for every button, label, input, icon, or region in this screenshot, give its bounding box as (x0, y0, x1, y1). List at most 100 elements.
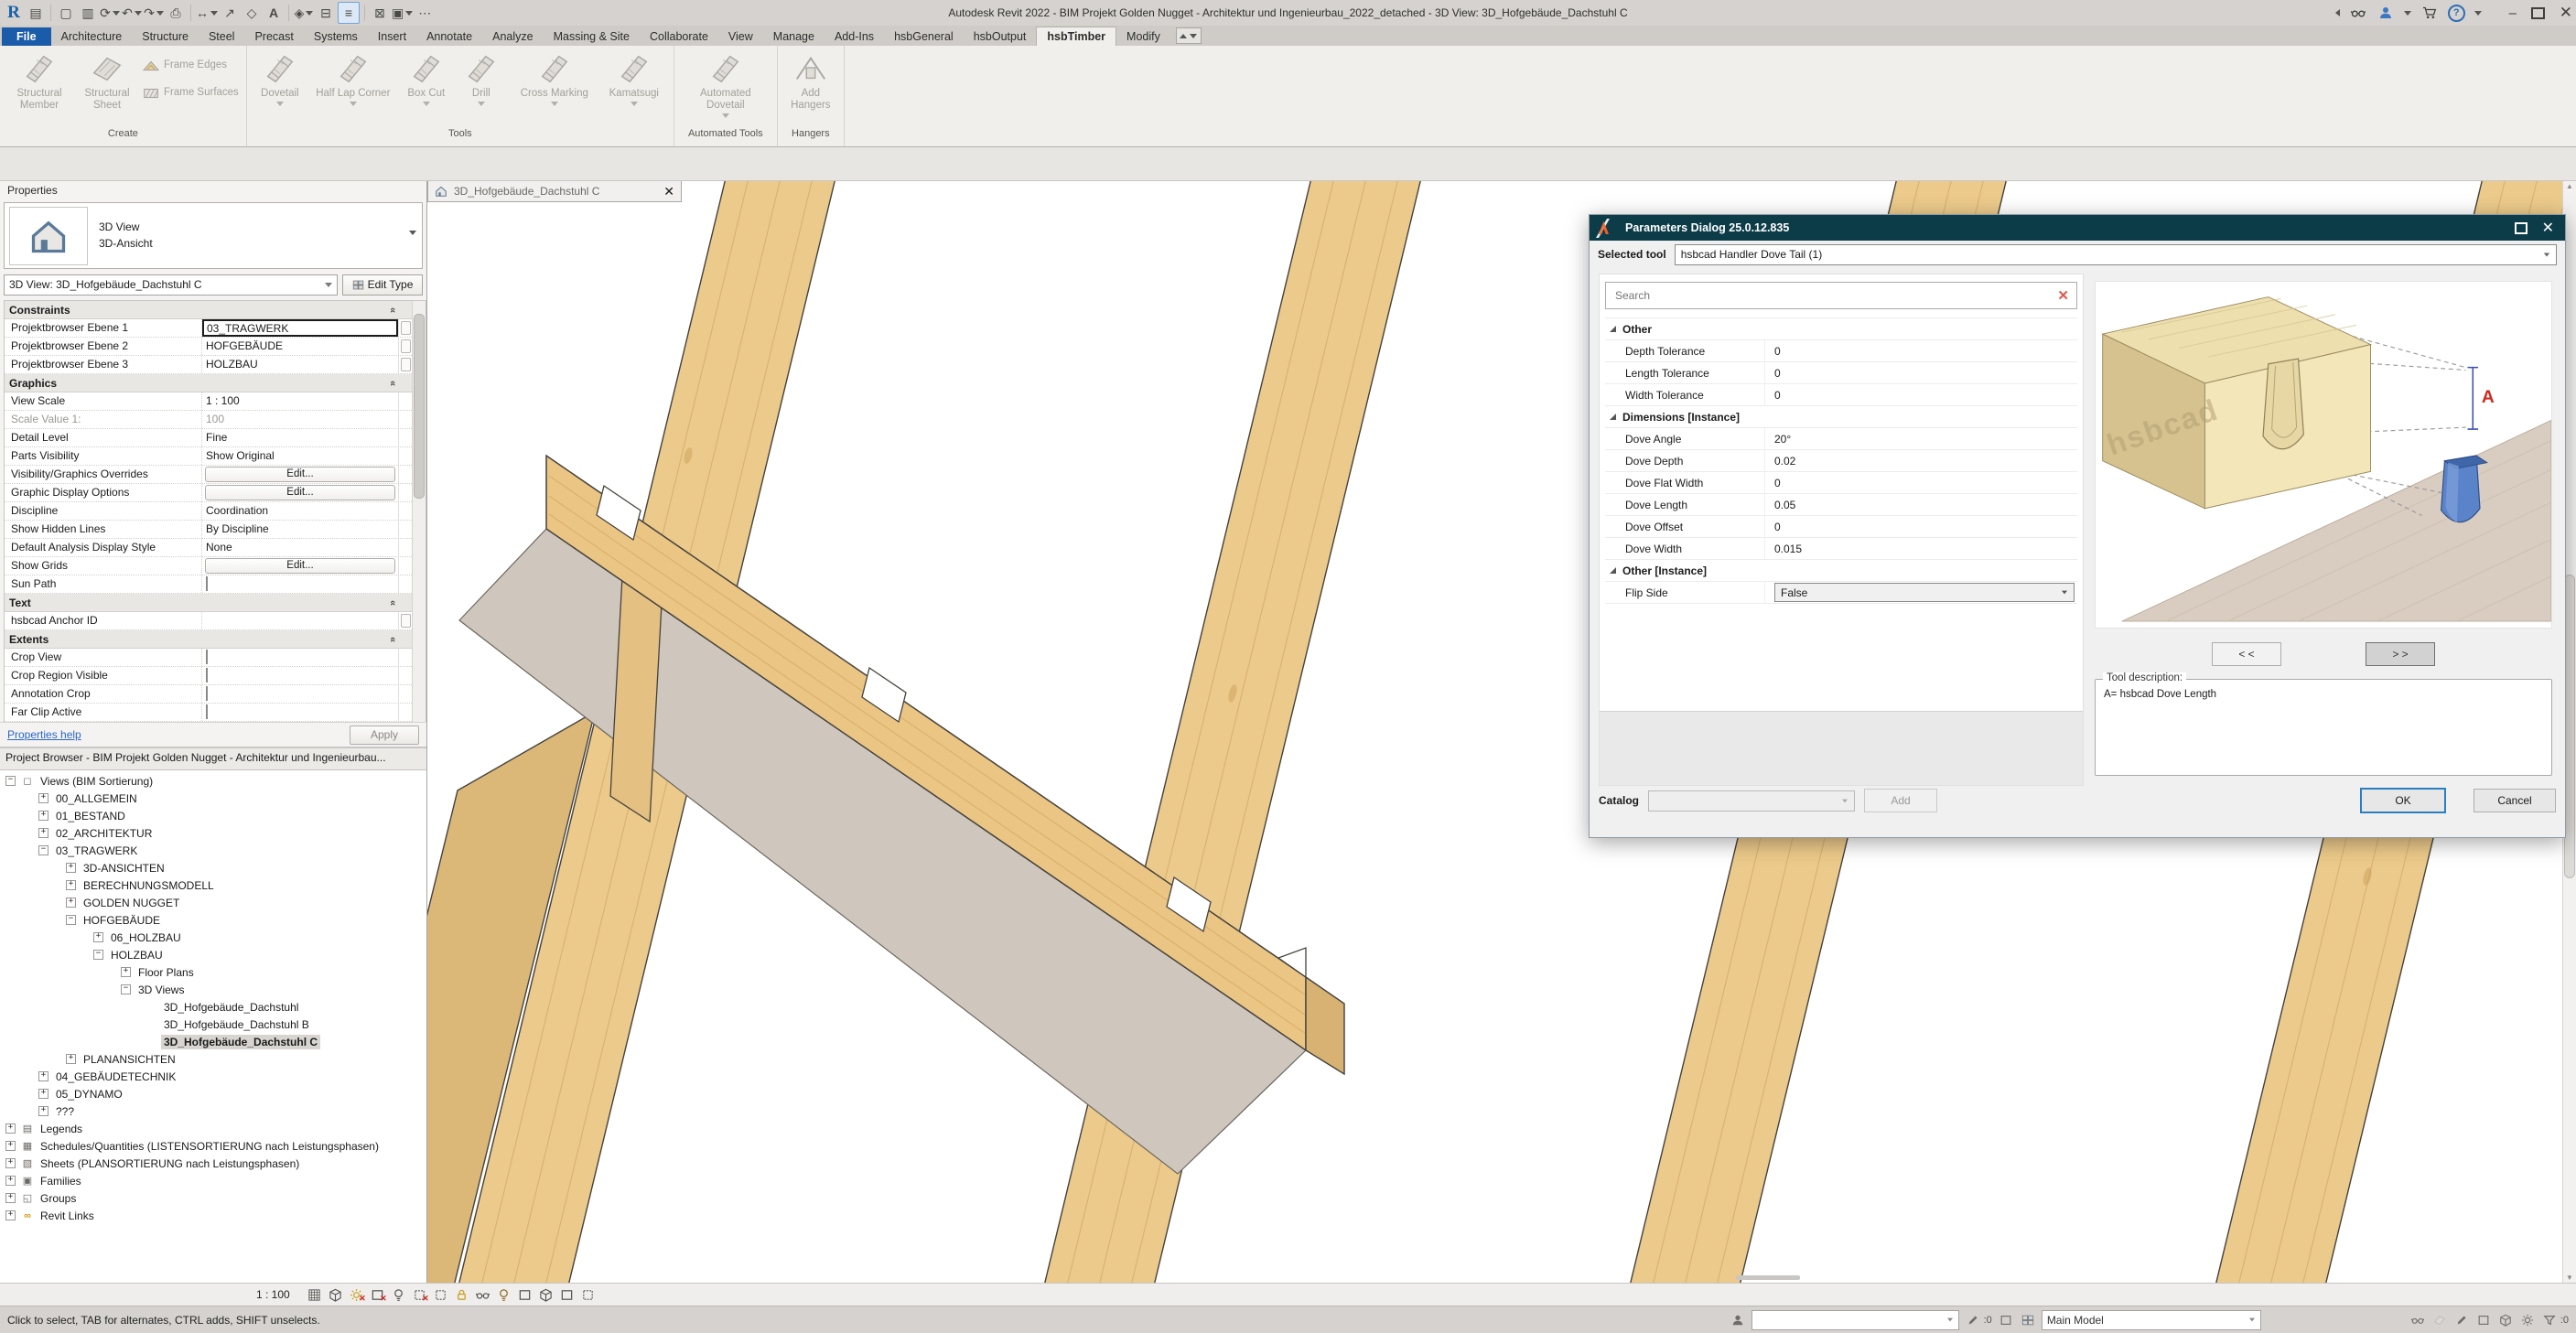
tree-item[interactable]: +06_HOLZBAU (0, 929, 426, 946)
clear-search-icon[interactable]: ✕ (2057, 287, 2069, 304)
tab-annotate[interactable]: Annotate (416, 27, 482, 46)
expand-icon[interactable]: + (93, 932, 103, 942)
tree-item[interactable]: 3D_Hofgebäude_Dachstuhl B (0, 1016, 426, 1033)
properties-scrollbar[interactable] (412, 301, 426, 722)
view-selector-combo[interactable]: 3D View: 3D_Hofgebäude_Dachstuhl C (4, 274, 338, 296)
sync-with-central-icon[interactable]: ⟳ (100, 3, 120, 23)
tree-item[interactable]: +◱Groups (0, 1189, 426, 1207)
param-row[interactable]: Dove Depth0.02 (1605, 450, 2077, 472)
tab-add-ins[interactable]: Add-Ins (825, 27, 884, 46)
save-icon[interactable]: ▥ (78, 3, 98, 23)
param-section[interactable]: Other [Instance] (1605, 560, 2077, 582)
tab-analyze[interactable]: Analyze (482, 27, 543, 46)
expand-icon[interactable]: + (66, 1054, 76, 1064)
search-input[interactable] (1613, 288, 2052, 303)
structural-sheet-button[interactable]: Structural Sheet (75, 49, 139, 112)
tab-steel[interactable]: Steel (199, 27, 245, 46)
close-icon[interactable]: ✕ (2560, 4, 2572, 22)
structural-member-button[interactable]: Structural Member (7, 49, 71, 112)
tab-massing-site[interactable]: Massing & Site (544, 27, 640, 46)
section-header[interactable]: Extents« (5, 630, 412, 649)
close-inactive-windows-icon[interactable]: ⊠ (370, 3, 390, 23)
catalog-combo[interactable] (1648, 790, 1855, 812)
show-rendering-dialog-icon[interactable] (390, 1286, 408, 1304)
expand-icon[interactable]: + (38, 1106, 49, 1116)
tab-view[interactable]: View (718, 27, 763, 46)
section-header[interactable]: Constraints« (5, 301, 412, 319)
apply-button[interactable]: Apply (350, 726, 419, 745)
section-header[interactable]: Graphics« (5, 374, 412, 392)
reveal-constraints-icon[interactable] (579, 1286, 598, 1304)
param-section[interactable]: Dimensions [Instance] (1605, 406, 2077, 428)
visual-style-icon[interactable] (327, 1286, 345, 1304)
annotation-crop-checkbox[interactable] (206, 686, 208, 701)
frame-surfaces-button[interactable]: Frame Surfaces (143, 84, 239, 102)
param-row[interactable]: Dove Angle20° (1605, 428, 2077, 450)
tree-item[interactable]: +BERECHNUNGSMODELL (0, 876, 426, 894)
expand-icon[interactable]: + (66, 880, 76, 890)
reveal-hidden-elements-icon[interactable] (495, 1286, 513, 1304)
edit-button[interactable]: Edit... (205, 467, 395, 482)
collapse-icon[interactable]: − (66, 915, 76, 925)
temporary-hide-isolate-icon[interactable] (474, 1286, 492, 1304)
section-icon[interactable]: ⊟ (316, 3, 336, 23)
half-lap-corner-button[interactable]: Half Lap Corner (309, 49, 397, 106)
text-note-icon[interactable]: A (264, 3, 284, 23)
minimize-icon[interactable]: – (2504, 4, 2522, 22)
expand-icon[interactable]: + (66, 863, 76, 873)
ribbon-display-toggle[interactable] (1176, 27, 1202, 44)
dovetail-button[interactable]: Dovetail (254, 49, 306, 106)
section-header[interactable]: Text« (5, 594, 412, 612)
temporary-view-properties-icon[interactable] (516, 1286, 534, 1304)
tree-item[interactable]: −03_TRAGWERK (0, 842, 426, 859)
canvas-horizontal-scrollbar[interactable] (1736, 1275, 1800, 1280)
detail-level-icon[interactable] (306, 1286, 324, 1304)
design-options-dialog-icon[interactable] (2020, 1312, 2036, 1328)
expand-icon[interactable]: + (38, 828, 49, 838)
add-button[interactable]: Add (1864, 789, 1937, 812)
select-pinned-elements-icon[interactable] (2453, 1312, 2470, 1328)
tree-item[interactable]: +3D-ANSICHTEN (0, 859, 426, 876)
thin-lines-icon[interactable]: ≡ (338, 2, 360, 24)
tab-modify[interactable]: Modify (1116, 27, 1170, 46)
undo-icon[interactable]: ↶ (122, 3, 142, 23)
tree-item[interactable]: +02_ARCHITEKTUR (0, 824, 426, 842)
param-row[interactable]: Dove Flat Width0 (1605, 472, 2077, 494)
tree-item[interactable]: −◻Views (BIM Sortierung) (0, 772, 426, 790)
param-row[interactable]: Depth Tolerance0 (1605, 340, 2077, 362)
switch-windows-icon[interactable]: ▣ (392, 3, 413, 23)
expand-icon[interactable]: + (38, 1071, 49, 1081)
selection-filter-icon[interactable] (2541, 1312, 2558, 1328)
group-label-create[interactable]: Create (0, 128, 246, 146)
sun-path-off-icon[interactable]: ✕ (348, 1286, 366, 1304)
tree-item[interactable]: +00_ALLGEMEIN (0, 790, 426, 807)
param-row[interactable]: Width Tolerance0 (1605, 384, 2077, 406)
tab-systems[interactable]: Systems (304, 27, 368, 46)
crop-view-off-icon[interactable]: ✕ (411, 1286, 429, 1304)
previous-tool-button[interactable]: < < (2212, 642, 2281, 666)
active-workset-combo[interactable] (1751, 1310, 1959, 1330)
ok-button[interactable]: OK (2360, 788, 2446, 813)
tree-item[interactable]: +▣Families (0, 1172, 426, 1189)
param-row[interactable]: Length Tolerance0 (1605, 362, 2077, 384)
active-design-option-combo[interactable]: Main Model (2042, 1310, 2261, 1330)
restore-icon[interactable] (2531, 7, 2545, 19)
frame-edges-button[interactable]: Frame Edges (143, 57, 239, 75)
selected-tool-combo[interactable]: hsbcad Handler Dove Tail (1) (1675, 244, 2557, 265)
editing-requests-icon[interactable] (1965, 1312, 1981, 1328)
print-icon[interactable]: ⎙ (166, 3, 186, 23)
design-options-icon[interactable] (1998, 1312, 2014, 1328)
tree-item-selected[interactable]: 3D_Hofgebäude_Dachstuhl C (0, 1033, 426, 1050)
group-label-hangers[interactable]: Hangers (778, 128, 844, 146)
select-underlay-elements-icon[interactable] (2431, 1312, 2448, 1328)
default-3d-view-icon[interactable]: ◈ (294, 3, 314, 23)
sign-in-dropdown-icon[interactable] (2404, 11, 2411, 16)
tab-hsbgeneral[interactable]: hsbGeneral (884, 27, 964, 46)
collapse-icon[interactable]: − (121, 984, 131, 994)
param-row[interactable]: Flip SideFalse (1605, 582, 2077, 604)
shadows-off-icon[interactable]: ✕ (369, 1286, 387, 1304)
crop-region-visible-checkbox[interactable] (206, 668, 208, 683)
worksets-icon[interactable] (1730, 1312, 1746, 1328)
tab-manage[interactable]: Manage (763, 27, 825, 46)
expand-icon[interactable]: + (5, 1176, 16, 1186)
